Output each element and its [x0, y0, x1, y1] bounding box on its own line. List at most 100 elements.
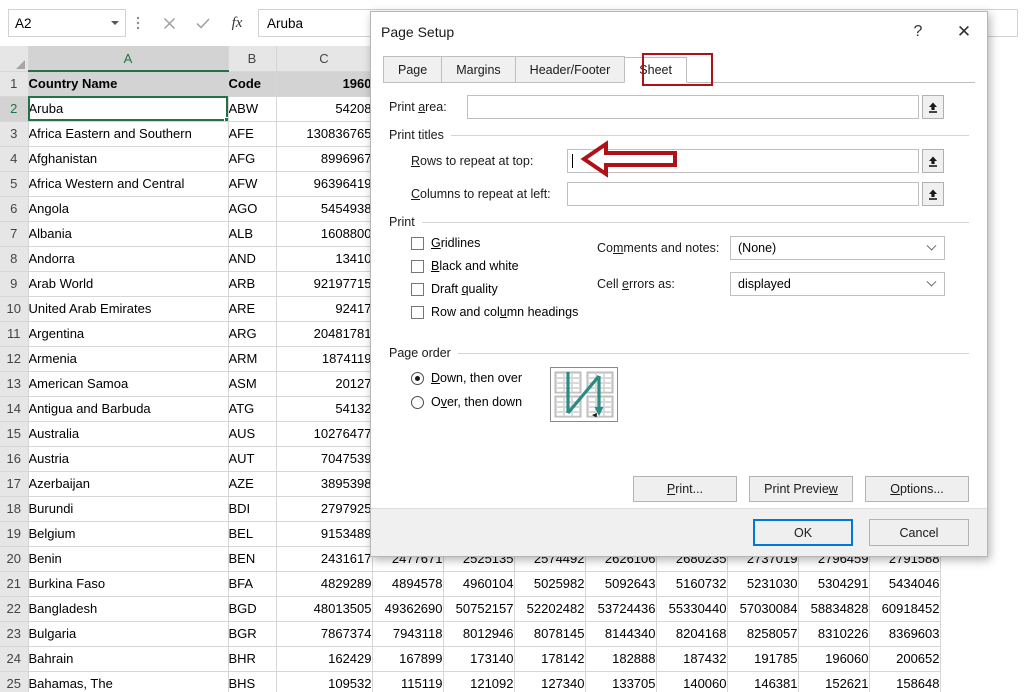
- row-header-18[interactable]: 18: [0, 496, 29, 522]
- cell-country-code[interactable]: BHR: [228, 646, 277, 672]
- cell-population[interactable]: 8012946: [443, 621, 515, 647]
- cell-population[interactable]: 3895398: [276, 471, 373, 497]
- header-cell[interactable]: 1960: [276, 71, 373, 97]
- columns-to-repeat-at-left-input[interactable]: [567, 182, 919, 206]
- checkbox-gridlines[interactable]: Gridlines: [411, 236, 597, 250]
- cell-country-name[interactable]: Africa Western and Central: [28, 171, 229, 197]
- cell-country-code[interactable]: ARB: [228, 271, 277, 297]
- select-all-corner[interactable]: [0, 46, 29, 72]
- cell-population[interactable]: 173140: [443, 646, 515, 672]
- cell-country-code[interactable]: AUS: [228, 421, 277, 447]
- row-header-20[interactable]: 20: [0, 546, 29, 572]
- row-header-15[interactable]: 15: [0, 421, 29, 447]
- checkbox-box[interactable]: [411, 236, 424, 250]
- name-box[interactable]: A2: [8, 9, 126, 37]
- confirm-entry-icon[interactable]: [186, 9, 220, 37]
- cell-population[interactable]: 53724436: [585, 596, 657, 622]
- cell-country-name[interactable]: Burundi: [28, 496, 229, 522]
- tab-header-footer[interactable]: Header/Footer: [514, 56, 626, 82]
- cell-country-name[interactable]: Belgium: [28, 521, 229, 547]
- cell-population[interactable]: 9153489: [276, 521, 373, 547]
- cell-country-name[interactable]: Australia: [28, 421, 229, 447]
- row-header-9[interactable]: 9: [0, 271, 29, 297]
- cell-country-code[interactable]: AFG: [228, 146, 277, 172]
- cell-population[interactable]: 5092643: [585, 571, 657, 597]
- cell-population[interactable]: 196060: [798, 646, 870, 672]
- cell-country-name[interactable]: American Samoa: [28, 371, 229, 397]
- radio-button[interactable]: [411, 395, 424, 409]
- more-options-icon[interactable]: [126, 9, 150, 37]
- cell-country-name[interactable]: Azerbaijan: [28, 471, 229, 497]
- cell-population[interactable]: 2431617: [276, 546, 373, 572]
- cell-population[interactable]: 109532: [276, 671, 373, 692]
- cell-population[interactable]: 20481781: [276, 321, 373, 347]
- cell-population[interactable]: 60918452: [869, 596, 941, 622]
- checkbox-row-and-column-headings[interactable]: Row and column headings: [411, 305, 597, 319]
- cell-population[interactable]: 158648: [869, 671, 941, 692]
- options-button[interactable]: Options...: [865, 476, 969, 502]
- cell-population[interactable]: 1608800: [276, 221, 373, 247]
- cell-population[interactable]: 187432: [656, 646, 728, 672]
- insert-function-icon[interactable]: fx: [220, 9, 254, 37]
- cell-population[interactable]: 7047539: [276, 446, 373, 472]
- row-header-4[interactable]: 4: [0, 146, 29, 172]
- cell-country-name[interactable]: Austria: [28, 446, 229, 472]
- cell-country-name[interactable]: Andorra: [28, 246, 229, 272]
- cell-country-code[interactable]: BGR: [228, 621, 277, 647]
- tab-page[interactable]: Page: [383, 56, 443, 82]
- rows-to-repeat-at-top-input[interactable]: [567, 149, 919, 173]
- cell-country-name[interactable]: Africa Eastern and Southern: [28, 121, 229, 147]
- cell-population[interactable]: 121092: [443, 671, 515, 692]
- cell-population[interactable]: 200652: [869, 646, 941, 672]
- chevron-down-icon[interactable]: [922, 237, 940, 259]
- row-header-5[interactable]: 5: [0, 171, 29, 197]
- radio-down-then-over[interactable]: Down, then over: [411, 371, 522, 385]
- cell-population[interactable]: 130836765: [276, 121, 373, 147]
- row-header-14[interactable]: 14: [0, 396, 29, 422]
- row-header-2[interactable]: 2: [0, 96, 29, 122]
- cell-population[interactable]: 182888: [585, 646, 657, 672]
- row-header-8[interactable]: 8: [0, 246, 29, 272]
- checkbox-box[interactable]: [411, 305, 424, 319]
- row-header-7[interactable]: 7: [0, 221, 29, 247]
- cell-population[interactable]: 167899: [372, 646, 444, 672]
- row-header-21[interactable]: 21: [0, 571, 29, 597]
- cell-country-name[interactable]: Burkina Faso: [28, 571, 229, 597]
- row-header-16[interactable]: 16: [0, 446, 29, 472]
- cell-country-name[interactable]: Afghanistan: [28, 146, 229, 172]
- row-header-3[interactable]: 3: [0, 121, 29, 147]
- checkbox-box[interactable]: [411, 282, 424, 296]
- cell-population[interactable]: 8078145: [514, 621, 586, 647]
- print-area-input[interactable]: [467, 95, 919, 119]
- cell-population[interactable]: 5231030: [727, 571, 799, 597]
- cell-country-name[interactable]: Antigua and Barbuda: [28, 396, 229, 422]
- cell-country-code[interactable]: ARE: [228, 296, 277, 322]
- cell-population[interactable]: 50752157: [443, 596, 515, 622]
- cell-country-code[interactable]: ARG: [228, 321, 277, 347]
- cell-population[interactable]: 4960104: [443, 571, 515, 597]
- cell-population[interactable]: 4829289: [276, 571, 373, 597]
- cell-country-code[interactable]: ARM: [228, 346, 277, 372]
- cell-country-code[interactable]: AZE: [228, 471, 277, 497]
- chevron-down-icon[interactable]: [111, 21, 119, 25]
- cell-population[interactable]: 5304291: [798, 571, 870, 597]
- cell-population[interactable]: 96396419: [276, 171, 373, 197]
- cell-country-code[interactable]: AFE: [228, 121, 277, 147]
- cell-population[interactable]: 49362690: [372, 596, 444, 622]
- cell-country-code[interactable]: ABW: [228, 96, 277, 122]
- cell-country-code[interactable]: AFW: [228, 171, 277, 197]
- ok-button[interactable]: OK: [753, 519, 853, 546]
- cell-country-name[interactable]: Bulgaria: [28, 621, 229, 647]
- columns-to-repeat-collapse-icon[interactable]: [922, 182, 944, 206]
- cell-country-name[interactable]: Angola: [28, 196, 229, 222]
- row-header-1[interactable]: 1: [0, 71, 29, 97]
- cell-country-code[interactable]: AUT: [228, 446, 277, 472]
- cell-population[interactable]: 8369603: [869, 621, 941, 647]
- cell-country-name[interactable]: Bahrain: [28, 646, 229, 672]
- cell-population[interactable]: 92197715: [276, 271, 373, 297]
- cell-country-name[interactable]: Armenia: [28, 346, 229, 372]
- row-header-23[interactable]: 23: [0, 621, 29, 647]
- cell-country-code[interactable]: BFA: [228, 571, 277, 597]
- cell-population[interactable]: 7943118: [372, 621, 444, 647]
- cell-country-name[interactable]: Arab World: [28, 271, 229, 297]
